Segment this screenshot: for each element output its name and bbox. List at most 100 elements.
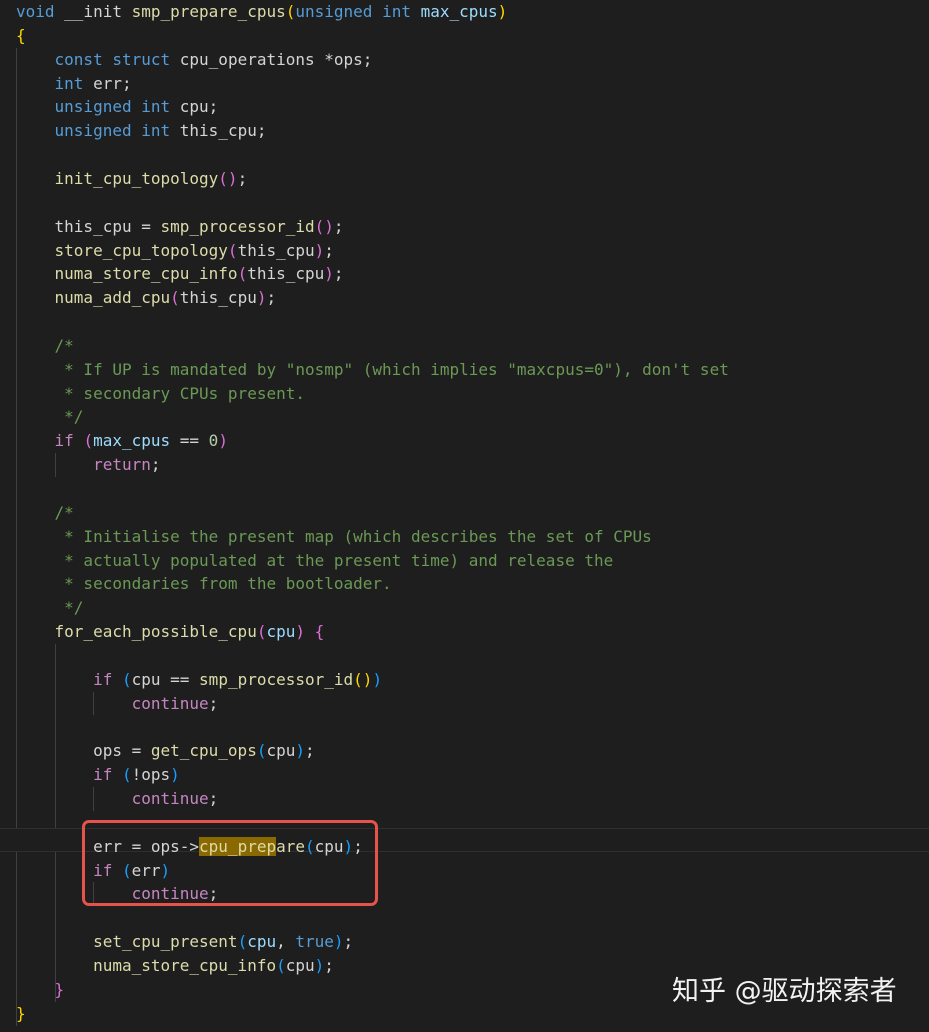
code-token: cpu [266,741,296,761]
code-token: { [16,25,26,45]
code-line[interactable]: for_each_possible_cpu(cpu) { [16,620,325,644]
code-line[interactable]: return; [16,453,161,477]
code-token: if [93,765,113,785]
code-token: ; [324,956,334,975]
code-line[interactable]: unsigned int cpu; [16,95,219,119]
code-line[interactable]: if (max_cpus == 0) [16,429,228,453]
code-token: ( [237,264,248,284]
code-token: ops = [16,741,151,761]
code-token: max_cpus [420,2,498,21]
code-line[interactable]: } [16,1002,26,1026]
code-line[interactable]: * secondary CPUs present. [16,382,305,406]
code-line[interactable]: void __init smp_prepare_cpus(unsigned in… [16,0,507,24]
code-token: cpu; [170,97,219,117]
code-line[interactable]: if (cpu == smp_processor_id()) [16,668,382,692]
code-token: ) [497,2,508,21]
code-token: ) [295,622,306,642]
code-line[interactable]: /* [16,334,74,358]
code-token: if [54,431,74,451]
code-token: } [16,1003,26,1023]
code-line[interactable]: { [16,24,26,48]
code-token: ; [237,168,248,188]
code-token: ( [121,765,132,785]
code-line[interactable]: * secondaries from the bootloader. [16,572,392,596]
code-line[interactable]: if (!ops) [16,763,180,787]
code-line[interactable]: */ [16,405,83,429]
code-token: ) [314,956,325,975]
code-token: unsigned [54,97,132,117]
code-token: ) [372,669,383,689]
code-line[interactable]: this_cpu = smp_processor_id(); [16,215,344,239]
code-token: __init [54,2,132,21]
code-line[interactable]: init_cpu_topology(); [16,167,248,191]
code-token: numa_store_cpu_info [54,264,238,284]
code-token: cpu == [131,669,200,689]
code-line[interactable]: continue; [16,692,219,716]
code-token: numa_store_cpu_info [93,956,277,975]
code-token: cpu [247,932,277,952]
highlight-annotation-box [82,820,378,906]
code-token: ; [333,264,344,284]
code-token: this_cpu [247,264,325,284]
code-token: ( [170,288,180,308]
code-line[interactable]: const struct cpu_operations *ops; [16,48,373,72]
code-token: , [276,932,296,952]
code-line[interactable]: * If UP is mandated by "nosmp" (which im… [16,358,729,382]
code-token: () [353,669,373,689]
code-token: { [314,622,325,642]
code-line[interactable]: continue; [16,787,219,811]
code-token: get_cpu_ops [150,741,257,761]
code-line[interactable]: */ [16,596,83,620]
code-token: ; [333,216,344,236]
code-token: * actually populated at the present time… [54,550,614,570]
code-line[interactable]: * Initialise the present map (which desc… [16,525,652,549]
code-token: == [170,431,209,451]
code-line[interactable]: numa_add_cpu(this_cpu); [16,286,277,310]
code-token: () [218,168,238,188]
code-token: int [382,2,411,21]
code-line[interactable]: int err; [16,72,132,96]
code-line[interactable]: numa_store_cpu_info(cpu); [16,954,334,978]
code-token: store_cpu_topology [54,240,228,260]
code-token: 0 [208,431,219,451]
code-line[interactable]: numa_store_cpu_info(this_cpu); [16,262,344,286]
code-line[interactable]: set_cpu_present(cpu, true); [16,930,353,954]
code-editor[interactable]: void __init smp_prepare_cpus(unsigned in… [0,0,929,1032]
code-token: ) [218,431,228,451]
code-line[interactable]: ops = get_cpu_ops(cpu); [16,739,315,763]
code-token: this_cpu [179,288,257,308]
code-line[interactable]: unsigned int this_cpu; [16,119,267,143]
code-token: !ops [131,765,171,785]
code-line[interactable]: store_cpu_topology(this_cpu); [16,239,334,263]
code-line[interactable]: /* [16,501,74,525]
code-token: ; [150,455,161,475]
code-token: numa_add_cpu [54,288,171,308]
code-token: for_each_possible_cpu [54,622,257,642]
code-token: init_cpu_topology [54,168,219,188]
code-token: err; [83,73,132,93]
code-line[interactable]: } [16,978,65,1002]
code-token: int [54,73,84,93]
code-token: this_cpu; [170,121,267,141]
code-token: } [54,979,65,999]
code-line[interactable]: * actually populated at the present time… [16,549,613,573]
